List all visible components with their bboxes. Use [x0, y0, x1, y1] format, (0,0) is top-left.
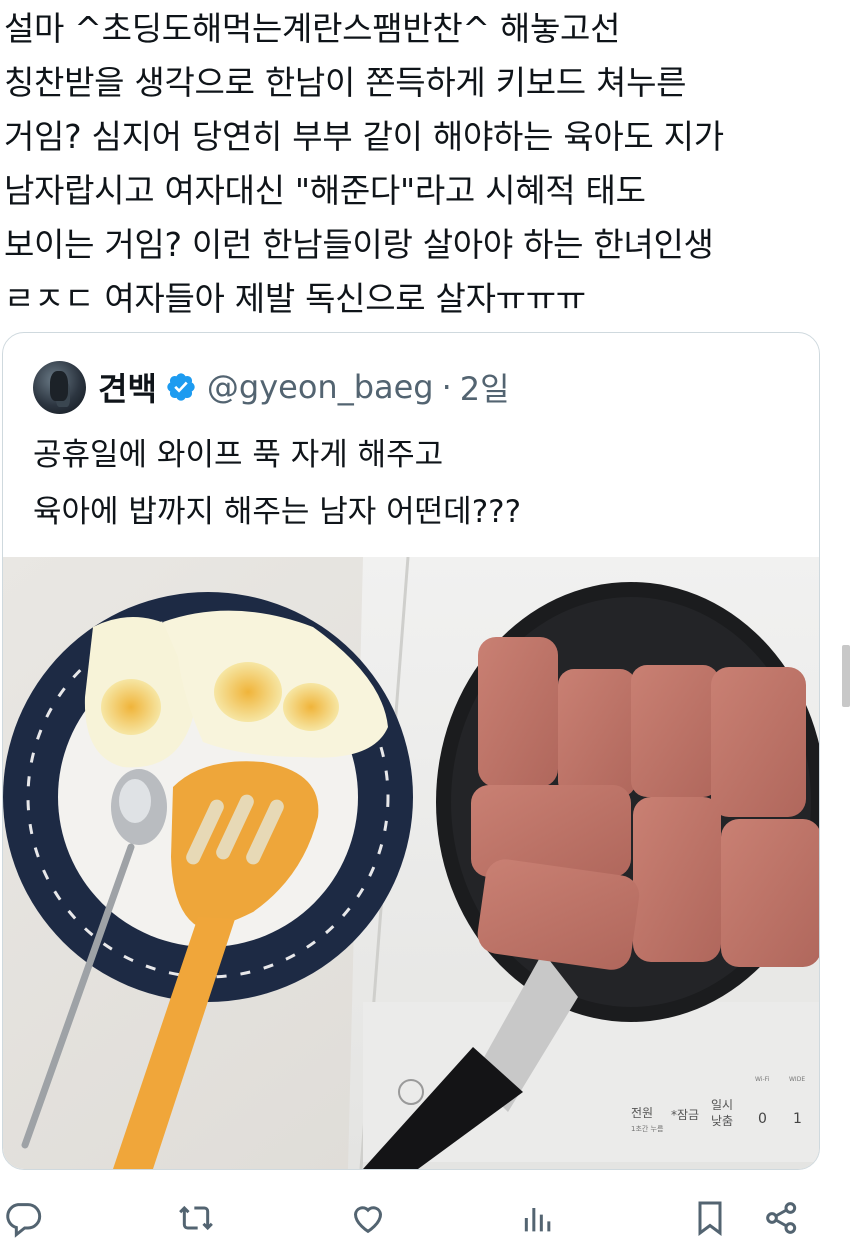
tweet-text: 설마 ^초딩도해먹는계란스팸반찬^ 해놓고선 칭찬받을 생각으로 한남이 쫀득하… — [4, 2, 844, 326]
tweet-text-line: 칭찬받을 생각으로 한남이 쫀득하게 키보드 쳐누른 — [4, 63, 687, 102]
quoted-tweet-header: 견백 @gyeon_baeg · 2일 — [33, 359, 510, 415]
display-name[interactable]: 견백 — [98, 364, 157, 410]
stove-label-lock-sub: 1초간 누름 — [631, 1124, 664, 1133]
retweet-icon[interactable] — [176, 1198, 216, 1238]
quoted-text-line: 육아에 밥까지 해주는 남자 어떤데??? — [33, 494, 522, 530]
stove-label-wifi: Wi-Fi — [755, 1076, 770, 1083]
bookmark-icon[interactable] — [690, 1198, 730, 1238]
views-icon[interactable] — [518, 1198, 558, 1238]
tweet-text-line: 설마 ^초딩도해먹는계란스팸반찬^ 해놓고선 — [4, 9, 621, 48]
stove-label-power: 전원 — [631, 1106, 653, 1120]
separator-dot: · — [441, 368, 452, 406]
tweet-text-line: 보이는 거임? 이런 한남들이랑 살아야 하는 한녀인생 — [4, 225, 714, 264]
stove-label-lock: *잠금 — [671, 1108, 699, 1122]
tweet-text-line: ㄹㅈㄷ 여자들아 제발 독신으로 살자ㅠㅠㅠ — [4, 279, 586, 318]
verified-badge-icon — [167, 373, 195, 401]
avatar[interactable] — [33, 360, 86, 414]
timestamp[interactable]: 2일 — [460, 364, 510, 410]
tweet-text-line: 거임? 심지어 당연히 부부 같이 해야하는 육아도 지가 — [4, 117, 724, 156]
quoted-tweet-card[interactable]: 견백 @gyeon_baeg · 2일 공휴일에 와이프 푹 자게 해주고 육아… — [2, 332, 820, 1170]
quoted-tweet-text: 공휴일에 와이프 푹 자게 해주고 육아에 밥까지 해주는 남자 어떤데??? — [33, 427, 521, 541]
quoted-text-line: 공휴일에 와이프 푹 자게 해주고 — [33, 437, 444, 473]
share-icon[interactable] — [762, 1198, 802, 1238]
quoted-tweet-photo[interactable]: 전원 1초간 누름 *잠금 일시 낮춤 0 1 Wi-Fi WIDE — [3, 557, 819, 1169]
handle[interactable]: @gyeon_baeg — [207, 368, 434, 406]
stove-label-left-num: 0 — [758, 1111, 767, 1127]
stove-label-wide: WIDE — [789, 1076, 805, 1083]
stove-label-pause2: 낮춤 — [711, 1114, 733, 1128]
stove-label-pause: 일시 — [711, 1098, 733, 1112]
stove-label-right-num: 1 — [793, 1111, 802, 1127]
reply-icon[interactable] — [3, 1198, 43, 1238]
tweet-text-line: 남자랍시고 여자대신 "해준다"라고 시혜적 태도 — [4, 171, 646, 210]
like-icon[interactable] — [348, 1198, 388, 1238]
scrollbar-thumb[interactable] — [842, 645, 850, 707]
tweet-action-bar — [0, 1190, 850, 1250]
